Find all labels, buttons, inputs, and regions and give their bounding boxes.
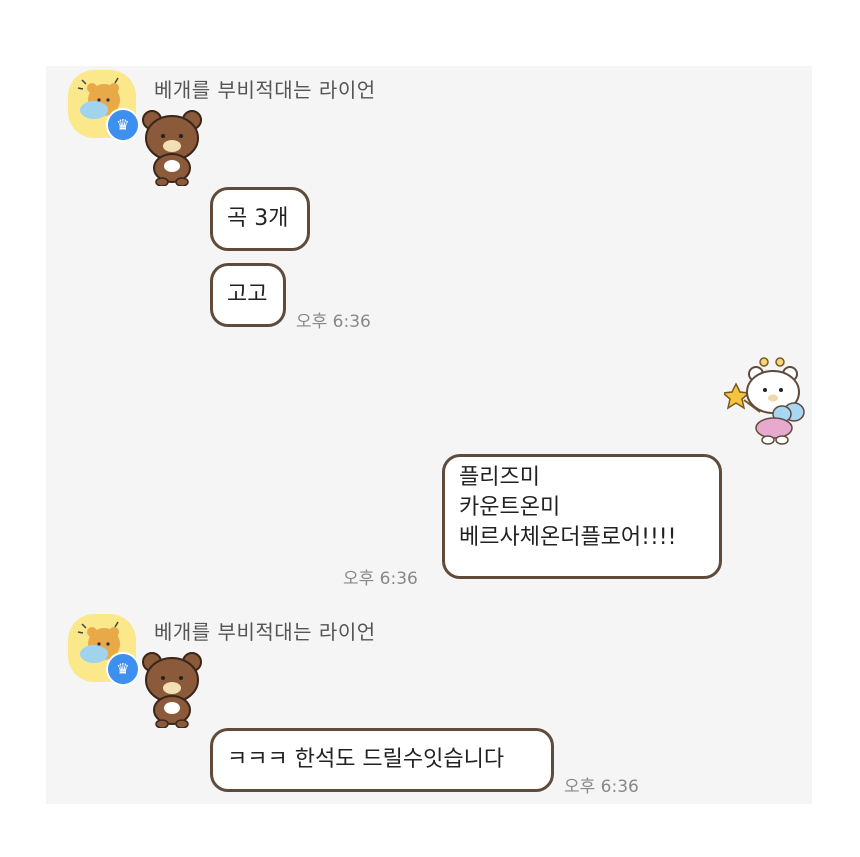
- message-line: 카운트온미: [459, 495, 561, 520]
- rilakkuma-sticker[interactable]: [138, 650, 208, 728]
- korilakkuma-fairy-sticker[interactable]: [724, 356, 810, 448]
- message-time: 오후 6:36: [564, 777, 639, 797]
- message-time: 오후 6:36: [296, 312, 371, 332]
- profile-avatar[interactable]: ♛: [68, 614, 140, 686]
- sender-name: 베개를 부비적대는 라이언: [154, 78, 376, 102]
- message-bubble[interactable]: ㅋㅋㅋ 한석도 드릴수잇습니다: [210, 728, 554, 792]
- sender-name: 베개를 부비적대는 라이언: [154, 620, 376, 644]
- crown-icon: ♛: [106, 108, 140, 142]
- chat-area[interactable]: ♛ 베개를 부비적대는 라이언 곡 3개 고고 오후 6:36 플리즈미 카운트…: [46, 66, 812, 804]
- message-time: 오후 6:36: [343, 569, 418, 589]
- message-bubble[interactable]: 플리즈미 카운트온미 베르사체온더플로어!!!!: [442, 454, 722, 579]
- rilakkuma-sticker[interactable]: [138, 108, 208, 186]
- crown-icon: ♛: [106, 652, 140, 686]
- message-line: 플리즈미: [459, 465, 540, 490]
- message-line: 베르사체온더플로어!!!!: [459, 525, 677, 550]
- message-bubble[interactable]: 고고: [210, 263, 286, 327]
- message-bubble[interactable]: 곡 3개: [210, 187, 310, 251]
- profile-avatar[interactable]: ♛: [68, 70, 140, 142]
